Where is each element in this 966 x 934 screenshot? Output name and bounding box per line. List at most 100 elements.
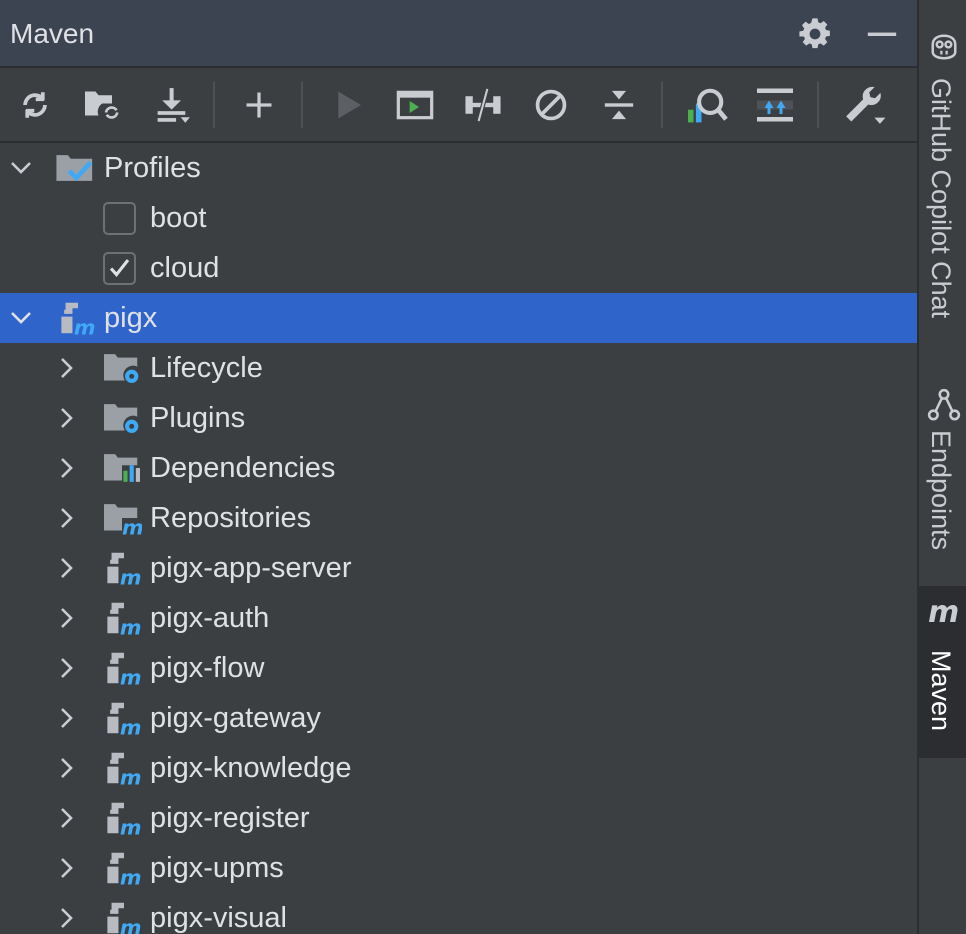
side-tab-label: Maven (926, 650, 956, 732)
chevron-right-icon[interactable] (54, 806, 78, 830)
play-icon[interactable] (326, 82, 372, 128)
download-icon[interactable] (150, 82, 196, 128)
maven-module-icon: m (107, 802, 142, 836)
svg-text:m: m (120, 566, 142, 586)
tree-node-label: pigx-register (150, 802, 310, 834)
chevron-right-icon[interactable] (54, 406, 78, 430)
tree-node-lifecycle[interactable]: Lifecycle (0, 343, 917, 393)
terminal-icon[interactable] (392, 82, 438, 128)
chevron-right-icon[interactable] (54, 606, 78, 630)
chevron-right-icon[interactable] (54, 706, 78, 730)
tree-node-label: pigx-upms (150, 852, 284, 884)
project-label: pigx (104, 302, 158, 334)
svg-text:m: m (120, 916, 142, 934)
skip-icon[interactable] (528, 82, 574, 128)
chevron-right-icon[interactable] (54, 656, 78, 680)
tree-node-module[interactable]: m pigx-app-server (0, 543, 917, 593)
maven-module-icon: m (61, 302, 96, 336)
maven-module-icon: m (107, 702, 141, 736)
profile-checkbox-boot[interactable] (103, 202, 136, 235)
tree-node-pigx[interactable]: m pigx (0, 293, 917, 343)
side-tab-maven[interactable]: m Maven (919, 586, 966, 758)
maven-tool-window: Maven Profiles boot cloud m pigx Lifecyc… (0, 0, 917, 934)
tree-node-label: pigx-visual (150, 902, 287, 934)
maven-module-icon: m (107, 552, 142, 586)
tree-node-label: Dependencies (150, 452, 336, 484)
tree-node-label: Repositories (150, 502, 312, 534)
svg-text:m: m (120, 766, 142, 786)
chevron-right-icon[interactable] (54, 556, 78, 580)
tree-node-module[interactable]: m pigx-knowledge (0, 743, 917, 793)
maven-project-tree: Profiles boot cloud m pigx Lifecycle Plu… (0, 143, 917, 934)
tree-node-module[interactable]: m pigx-gateway (0, 693, 917, 743)
tree-node-label: pigx-flow (150, 652, 265, 684)
svg-text:m: m (120, 666, 142, 686)
gear-icon[interactable] (793, 12, 837, 56)
side-tab-copilot-chat[interactable]: GitHub Copilot Chat (919, 20, 966, 340)
tree-node-module[interactable]: m pigx-upms (0, 843, 917, 893)
folder-gear-icon (104, 404, 139, 433)
maven-toolbar (0, 68, 917, 143)
chevron-right-icon[interactable] (54, 856, 78, 880)
tree-node-label: Lifecycle (150, 352, 263, 384)
dependencies-icon[interactable] (752, 82, 798, 128)
chevron-down-icon[interactable] (9, 156, 33, 180)
maven-module-icon: m (107, 852, 142, 886)
maven-module-icon: m (107, 602, 142, 636)
svg-text:m: m (122, 516, 142, 536)
profile-checkbox-cloud[interactable] (103, 252, 136, 285)
minimize-icon[interactable] (860, 12, 904, 56)
folder-chart-icon (104, 454, 140, 482)
svg-text:m: m (120, 616, 142, 636)
maven-m-icon: m (928, 595, 960, 630)
folder-gear-icon (104, 354, 139, 383)
side-tab-endpoints[interactable]: Endpoints (919, 382, 966, 567)
reload-icon[interactable] (12, 82, 58, 128)
side-tab-label: Endpoints (926, 430, 956, 551)
folder-maven-icon: m (104, 504, 142, 536)
plus-icon[interactable] (236, 82, 282, 128)
side-tab-label: GitHub Copilot Chat (926, 78, 956, 319)
svg-text:m: m (74, 316, 96, 336)
copilot-icon (931, 34, 957, 60)
chevron-right-icon[interactable] (54, 506, 78, 530)
tool-window-title: Maven (10, 18, 95, 49)
tree-node-label: pigx-app-server (150, 552, 352, 584)
chevron-right-icon[interactable] (54, 456, 78, 480)
maven-module-icon: m (107, 652, 142, 686)
profile-row-boot[interactable]: boot (0, 193, 917, 243)
tree-node-label: pigx-gateway (150, 702, 321, 734)
checkmark-icon (109, 259, 130, 277)
tree-node-label: pigx-knowledge (150, 752, 352, 784)
profile-row-cloud[interactable]: cloud (0, 243, 917, 293)
tree-node-profiles[interactable]: Profiles (0, 143, 917, 193)
folder-check-icon (56, 155, 93, 182)
profiles-label: Profiles (104, 152, 201, 184)
folder-refresh-icon[interactable] (80, 82, 126, 128)
tree-node-module[interactable]: m pigx-auth (0, 593, 917, 643)
collapse-icon[interactable] (596, 82, 642, 128)
tool-window-header: Maven (0, 0, 917, 68)
chevron-right-icon[interactable] (54, 756, 78, 780)
svg-text:m: m (120, 816, 142, 836)
tree-node-module[interactable]: m pigx-visual (0, 893, 917, 934)
tree-node-label: pigx-auth (150, 602, 270, 634)
offline-icon[interactable] (460, 82, 506, 128)
tree-node-dependencies[interactable]: Dependencies (0, 443, 917, 493)
chevron-right-icon[interactable] (54, 906, 78, 930)
svg-text:m: m (120, 866, 142, 886)
profile-label: cloud (150, 252, 220, 284)
wrench-icon[interactable] (842, 82, 888, 128)
right-tool-window-bar: GitHub Copilot Chat Endpoints m Maven (917, 0, 966, 934)
maven-module-icon: m (107, 902, 142, 934)
tree-node-module[interactable]: m pigx-register (0, 793, 917, 843)
tree-node-module[interactable]: m pigx-flow (0, 643, 917, 693)
chevron-down-icon[interactable] (9, 306, 33, 330)
chevron-right-icon[interactable] (54, 356, 78, 380)
tree-node-plugins[interactable]: Plugins (0, 393, 917, 443)
profile-label: boot (150, 202, 207, 234)
tree-node-repositories[interactable]: m Repositories (0, 493, 917, 543)
maven-module-icon: m (107, 752, 142, 786)
analyze-icon[interactable] (684, 82, 730, 128)
tree-node-label: Plugins (150, 402, 246, 434)
